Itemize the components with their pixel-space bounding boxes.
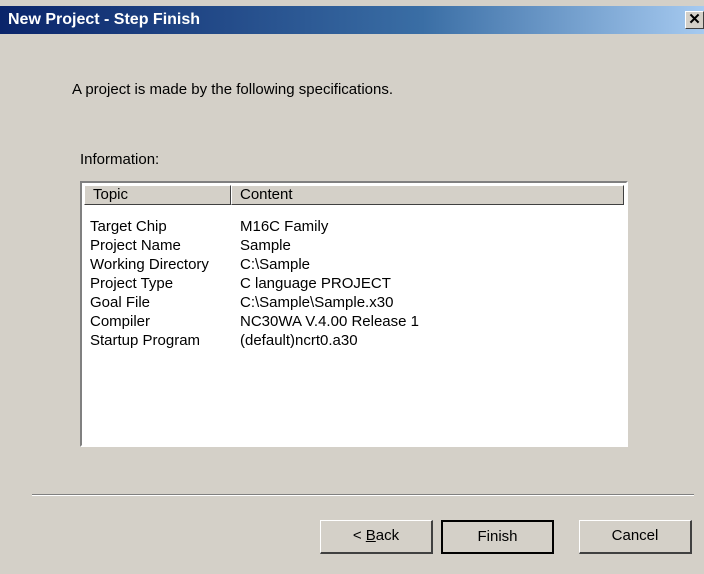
content-cell: NC30WA V.4.00 Release 1	[240, 313, 419, 330]
list-row[interactable]: Startup Program (default)ncrt0.a30	[90, 331, 419, 350]
back-prefix: <	[352, 527, 366, 544]
list-row[interactable]: Target Chip M16C Family	[90, 217, 419, 236]
content-cell: (default)ncrt0.a30	[240, 332, 358, 349]
topic-cell: Startup Program	[90, 332, 201, 349]
list-row[interactable]: Goal File C:\Sample\Sample.x30	[90, 293, 419, 312]
content-cell: M16C Family	[240, 218, 329, 235]
back-button[interactable]: < Back	[320, 520, 433, 554]
topic-cell: Target Chip	[90, 218, 167, 235]
list-row[interactable]: Project Name Sample	[90, 236, 419, 255]
topic-cell: Working Directory	[90, 256, 209, 273]
topic-cell: Compiler	[90, 313, 151, 330]
finish-button[interactable]: Finish	[441, 520, 554, 554]
back-rest: ack	[375, 527, 400, 544]
column-header-content[interactable]: Content	[231, 185, 624, 205]
content-cell: C language PROJECT	[240, 275, 391, 292]
back-mnemonic: B	[365, 527, 376, 544]
window-title: New Project - Step Finish	[8, 11, 201, 28]
close-button[interactable]: ✕	[685, 11, 704, 29]
content-cell: Sample	[240, 237, 291, 254]
information-list[interactable]: Topic Content Target Chip M16C Family Pr…	[80, 181, 628, 447]
topic-cell: Goal File	[90, 294, 151, 311]
topic-cell: Project Name	[90, 237, 181, 254]
list-row[interactable]: Working Directory C:\Sample	[90, 255, 419, 274]
close-icon: ✕	[688, 11, 701, 28]
content-cell: C:\Sample\Sample.x30	[240, 294, 394, 311]
title-bar: New Project - Step Finish	[0, 6, 704, 34]
cancel-button[interactable]: Cancel	[579, 520, 692, 554]
list-row[interactable]: Compiler NC30WA V.4.00 Release 1	[90, 312, 419, 331]
list-header: Topic Content	[84, 185, 624, 205]
list-rows: Target Chip M16C Family Project Name Sam…	[90, 217, 419, 350]
new-project-dialog: New Project - Step Finish ✕ A project is…	[0, 0, 704, 574]
information-label: Information:	[80, 151, 160, 168]
column-header-topic[interactable]: Topic	[84, 185, 231, 205]
topic-cell: Project Type	[90, 275, 174, 292]
intro-text: A project is made by the following speci…	[72, 81, 393, 98]
list-row[interactable]: Project Type C language PROJECT	[90, 274, 419, 293]
separator-line	[32, 494, 694, 496]
content-cell: C:\Sample	[240, 256, 311, 273]
